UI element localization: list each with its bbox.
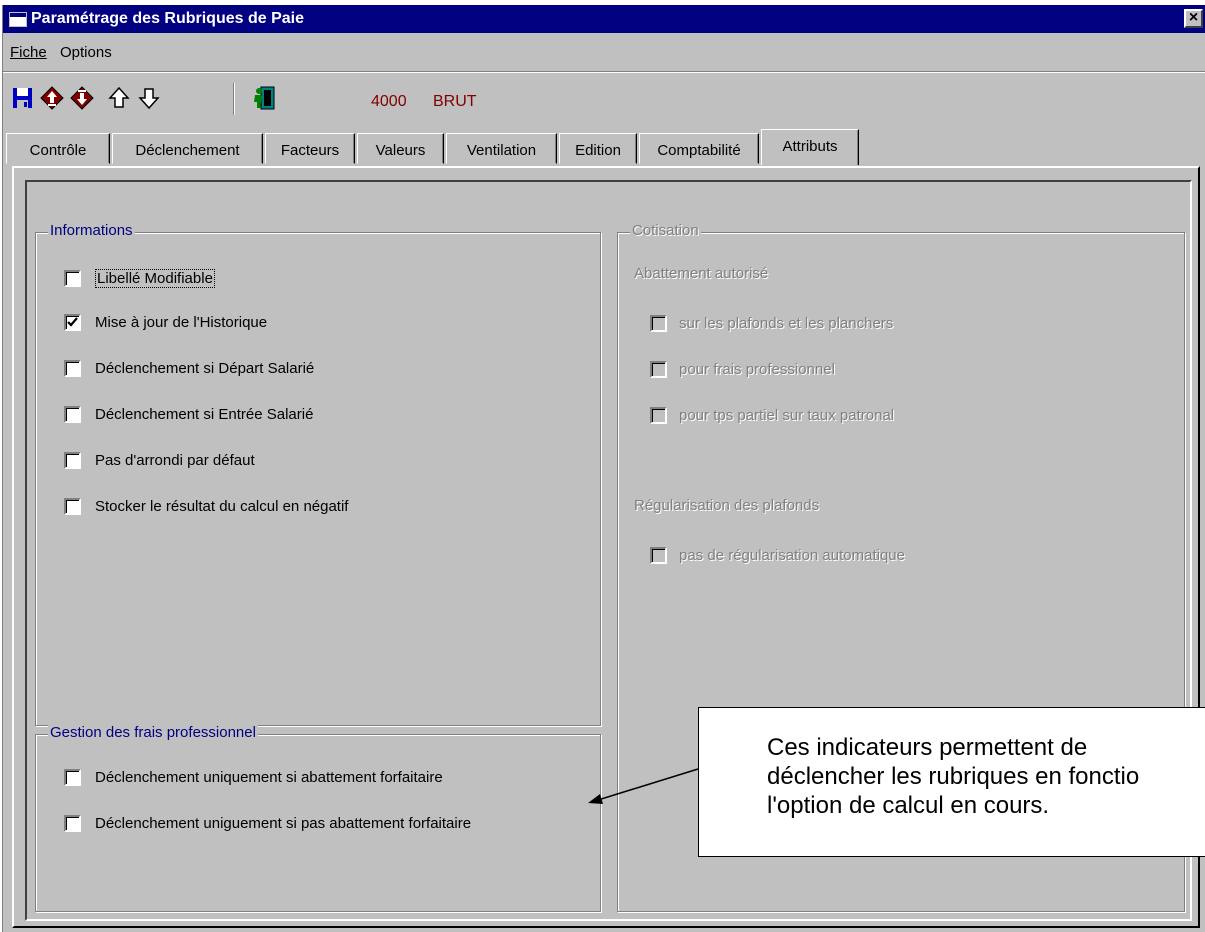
tab-valeurs[interactable]: Valeurs [357,133,444,164]
checkbox-box[interactable] [64,360,81,377]
last-record-button[interactable] [69,85,94,111]
rubrique-code: 4000 [371,93,407,110]
toolbar: 4000 BRUT [3,83,1205,119]
title-bar: Paramétrage des Rubriques de Paie × [3,5,1205,33]
checkbox-declenchement-entree[interactable]: Déclenchement si Entrée Salarié [64,406,313,423]
group-cotisation-title: Cotisation [630,222,701,239]
checkbox-label: Déclenchement si Départ Salarié [95,360,315,377]
group-frais-title: Gestion des frais professionnel [48,724,258,741]
checkbox-plafonds-planchers: sur les plafonds et les planchers [650,315,893,332]
checkbox-box[interactable] [64,498,81,515]
tab-comptabilite[interactable]: Comptabilité [639,133,759,164]
save-button[interactable] [11,85,35,111]
exit-button[interactable] [251,85,275,111]
checkbox-label: Déclenchement uniquement si abattement f… [95,769,443,786]
checkbox-box[interactable] [64,815,81,832]
menu-options-label: Options [60,44,112,61]
group-informations-title: Informations [48,222,135,239]
arrow-down-icon [138,88,160,110]
tab-controle[interactable]: Contrôle [6,133,110,164]
tab-declenchement[interactable]: Déclenchement [112,133,263,164]
checkbox-label: Mise à jour de l'Historique [95,314,268,331]
save-icon [13,88,32,108]
checkbox-mise-a-jour-historique[interactable]: Mise à jour de l'Historique [64,314,267,331]
tab-ventilation[interactable]: Ventilation [446,133,557,164]
checkbox-label: Déclenchement si Entrée Salarié [95,406,314,423]
annotation-callout: Ces indicateurs permettent de déclencher… [698,707,1205,857]
checkbox-stocker-negatif[interactable]: Stocker le résultat du calcul en négatif [64,498,348,515]
previous-button[interactable] [108,85,132,111]
close-button[interactable]: × [1184,9,1203,28]
checkbox-label: pour tps partiel sur taux patronal [679,407,895,424]
rubrique-label: BRUT [433,93,477,110]
checkbox-box[interactable] [64,769,81,786]
group-informations: Informations Libellé Modifiable Mise à j… [35,222,601,726]
menu-separator [3,71,1205,73]
checkbox-label: pas de régularisation automatique [679,547,905,564]
checkbox-pas-abattement-forfaitaire[interactable]: Déclenchement uniguement si pas abatteme… [64,815,471,832]
checkbox-box[interactable] [64,406,81,423]
first-record-icon [40,86,64,110]
checkbox-tps-partiel: pour tps partiel sur taux patronal [650,407,894,424]
exit-icon [254,86,275,110]
checkbox-box[interactable] [64,314,81,331]
tab-edition[interactable]: Edition [559,133,637,164]
window-icon [9,12,27,27]
checkbox-label: pour frais professionnel [679,361,835,378]
abattement-autorise-label: Abattement autorisé [634,265,769,282]
arrow-up-icon [108,86,130,108]
checkbox-frais-professionnel: pour frais professionnel [650,361,835,378]
checkbox-declenchement-depart[interactable]: Déclenchement si Départ Salarié [64,360,314,377]
next-button[interactable] [138,85,162,111]
checkbox-box [650,361,667,378]
checkbox-libelle-modifiable[interactable]: Libellé Modifiable [64,269,215,288]
checkbox-box [650,407,667,424]
check-icon [67,317,78,327]
checkbox-label: Stocker le résultat du calcul en négatif [95,498,349,515]
menu-fiche[interactable]: Fiche [10,44,47,61]
checkbox-box[interactable] [64,270,81,287]
last-record-icon [70,86,94,110]
checkbox-box[interactable] [64,452,81,469]
menu-fiche-label: Fiche [10,44,47,61]
checkbox-label: Libellé Modifiable [95,269,215,288]
checkbox-label: Déclenchement uniguement si pas abatteme… [95,815,472,832]
checkbox-pas-regularisation: pas de régularisation automatique [650,547,905,564]
toolbar-separator [233,83,235,115]
checkbox-abattement-forfaitaire[interactable]: Déclenchement uniquement si abattement f… [64,769,443,786]
checkbox-box [650,315,667,332]
window-title: Paramétrage des Rubriques de Paie [31,10,304,27]
checkbox-label: Pas d'arrondi par défaut [95,452,255,469]
callout-text: Ces indicateurs permettent de déclencher… [767,734,1140,819]
menu-bar: Fiche Options [3,44,1205,66]
tab-facteurs[interactable]: Facteurs [265,133,355,164]
tab-attributs[interactable]: Attributs [761,129,859,165]
group-frais-professionnel: Gestion des frais professionnel Déclench… [35,724,601,912]
checkbox-box [650,547,667,564]
menu-options[interactable]: Options [60,44,112,61]
checkbox-label: sur les plafonds et les planchers [679,315,894,332]
checkbox-pas-arrondi[interactable]: Pas d'arrondi par défaut [64,452,255,469]
first-record-button[interactable] [39,85,64,111]
regularisation-plafonds-label: Régularisation des plafonds [634,497,820,514]
